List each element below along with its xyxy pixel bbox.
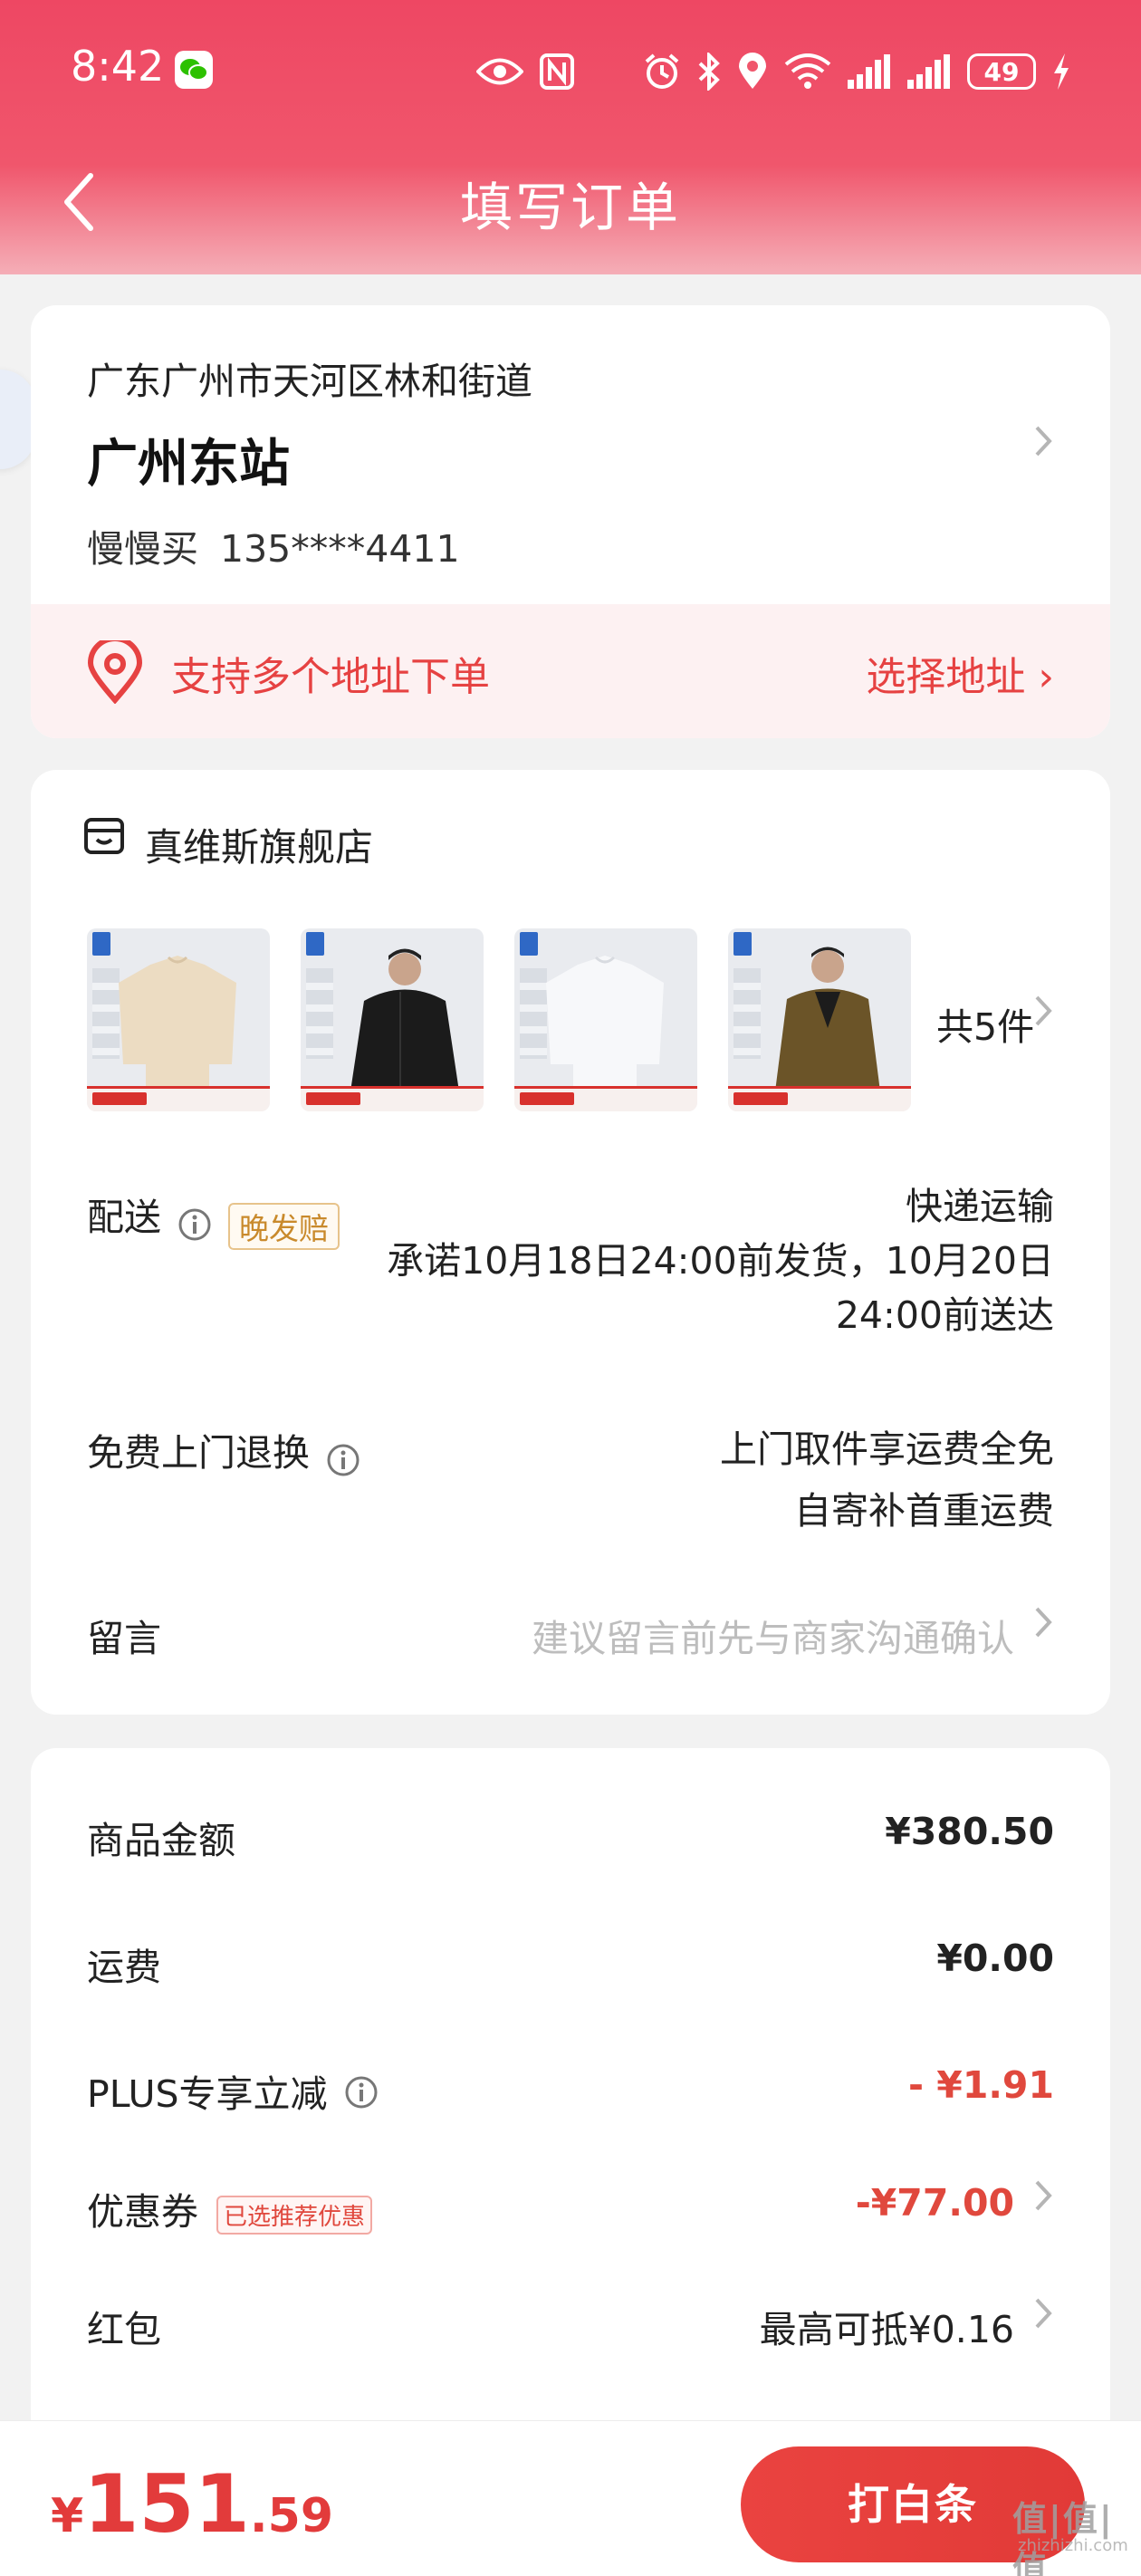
wechat-notification-icon — [175, 51, 213, 89]
info-icon[interactable] — [177, 1207, 212, 1245]
store-name[interactable]: 真维斯旗舰店 — [145, 817, 373, 872]
product-thumbnail[interactable] — [87, 928, 270, 1111]
total-price: ¥151.59 — [51, 2457, 333, 2551]
coupon-row[interactable]: 优惠券 已选推荐优惠 -¥77.00 — [87, 2180, 1054, 2235]
goods-amount-row: 商品金额 ¥380.50 — [87, 1810, 1054, 1864]
items-count[interactable]: 共5件 — [936, 996, 1034, 1051]
status-time: 8:42 — [71, 42, 165, 91]
product-thumbnails[interactable] — [87, 928, 911, 1111]
watermark-logo: 值|值|值 — [1012, 2499, 1114, 2576]
nav-bar: 填写订单 — [0, 145, 1141, 254]
wifi-icon — [784, 53, 831, 90]
total-decimal: .59 — [249, 2489, 334, 2543]
plus-discount-label: PLUS专享立减 — [87, 2063, 379, 2119]
store-card: 真维斯旗舰店 共5件 配送 晚发赔 快递运输 承诺10月18日24:00前发货，… — [31, 770, 1110, 1715]
delivery-method: 快递运输 — [906, 1185, 1054, 1228]
eye-icon — [476, 56, 523, 87]
header: 8:42 49 填写订单 — [0, 0, 1141, 274]
multi-address-bar[interactable]: 支持多个地址下单 选择地址 › — [31, 604, 1110, 738]
chevron-right-icon — [1032, 2177, 1054, 2217]
store-icon — [83, 817, 125, 859]
alarm-icon — [643, 53, 681, 91]
coupon-label: 优惠券 已选推荐优惠 — [87, 2181, 373, 2235]
product-thumbnail[interactable] — [728, 928, 911, 1111]
product-thumbnail[interactable] — [514, 928, 697, 1111]
late-compensation-badge: 晚发赔 — [228, 1202, 340, 1250]
multi-address-text: 支持多个地址下单 — [171, 654, 490, 700]
contact-name: 慢慢买 — [87, 527, 198, 571]
page-title: 填写订单 — [459, 177, 681, 238]
choose-address-link[interactable]: 选择地址 › — [866, 644, 1054, 702]
plus-discount-value: - ¥1.91 — [908, 2063, 1054, 2107]
return-service-info: 上门取件享运费全免 自寄补首重运费 — [720, 1418, 1054, 1542]
battery-indicator: 49 — [967, 53, 1036, 90]
charging-icon — [1052, 53, 1070, 90]
info-icon[interactable] — [326, 1443, 360, 1481]
address-detail: 广州东站 — [87, 435, 290, 494]
chevron-right-icon — [1032, 423, 1054, 463]
redpacket-row[interactable]: 红包 最高可抵¥0.16 — [87, 2298, 1054, 2353]
shipping-row: 运费 ¥0.00 — [87, 1937, 1054, 1991]
bluetooth-icon — [697, 53, 721, 91]
bottom-checkout-bar: ¥151.59 打白条 — [0, 2420, 1141, 2576]
status-icons: 49 — [476, 49, 1070, 94]
price-summary-card: 商品金额 ¥380.50 运费 ¥0.00 PLUS专享立减 - ¥1.91 优… — [31, 1748, 1110, 2527]
return-service-line1: 上门取件享运费全免 — [720, 1427, 1054, 1471]
return-service-line2: 自寄补首重运费 — [794, 1489, 1054, 1533]
chevron-right-icon — [1032, 1604, 1054, 1644]
delivery-info: 快递运输 承诺10月18日24:00前发货，10月20日 24:00前送达 — [387, 1179, 1054, 1342]
delivery-promise-line2: 24:00前送达 — [835, 1293, 1054, 1337]
coupon-label-text: 优惠券 — [87, 2190, 198, 2234]
location-pin-icon — [83, 636, 147, 707]
redpacket-label: 红包 — [87, 2308, 161, 2351]
delivery-row: 配送 晚发赔 快递运输 承诺10月18日24:00前发货，10月20日 24:00… — [87, 1185, 1054, 1350]
goods-amount-label: 商品金额 — [87, 1819, 235, 1862]
location-icon — [737, 53, 768, 91]
watermark-url: zhizhizhi.com — [1018, 2536, 1128, 2555]
delivery-promise-line1: 承诺10月18日24:00前发货，10月20日 — [387, 1239, 1054, 1283]
shipping-label: 运费 — [87, 1946, 161, 1989]
redpacket-value[interactable]: 最高可抵¥0.16 — [760, 2299, 1014, 2353]
nfc-icon — [540, 53, 574, 90]
message-input[interactable]: 建议留言前先与商家沟通确认 — [532, 1608, 1014, 1662]
return-service-row: 免费上门退换 上门取件享运费全免 自寄补首重运费 — [87, 1422, 1054, 1549]
info-icon[interactable] — [344, 2075, 379, 2119]
address-contact: 慢慢买 135****4411 — [87, 518, 460, 572]
message-row[interactable]: 留言 建议留言前先与商家沟通确认 — [87, 1607, 1054, 1662]
total-currency: ¥ — [51, 2489, 84, 2543]
coupon-tag: 已选推荐优惠 — [216, 2195, 373, 2235]
message-label: 留言 — [87, 1617, 161, 1660]
address-region: 广东广州市天河区林和街道 — [87, 360, 532, 403]
plus-discount-row: PLUS专享立减 - ¥1.91 — [87, 2063, 1054, 2118]
status-bar: 8:42 49 — [0, 36, 1141, 109]
coupon-value[interactable]: -¥77.00 — [856, 2181, 1014, 2225]
address-card[interactable]: 广东广州市天河区林和街道 广州东站 慢慢买 135****4411 支持多个地址下… — [31, 305, 1110, 738]
product-thumbnail[interactable] — [301, 928, 484, 1111]
contact-phone: 135****4411 — [220, 527, 460, 571]
signal-icon-2 — [907, 54, 951, 89]
chevron-right-icon — [1032, 2295, 1054, 2335]
delivery-label: 配送 — [87, 1196, 161, 1239]
total-integer: 151 — [83, 2457, 250, 2551]
shipping-value: ¥0.00 — [936, 1937, 1054, 1980]
plus-discount-label-text: PLUS专享立减 — [87, 2072, 328, 2116]
chevron-right-icon — [1032, 993, 1054, 1033]
return-service-label: 免费上门退换 — [87, 1431, 310, 1475]
signal-icon-1 — [848, 54, 891, 89]
goods-amount-value: ¥380.50 — [885, 1810, 1054, 1853]
